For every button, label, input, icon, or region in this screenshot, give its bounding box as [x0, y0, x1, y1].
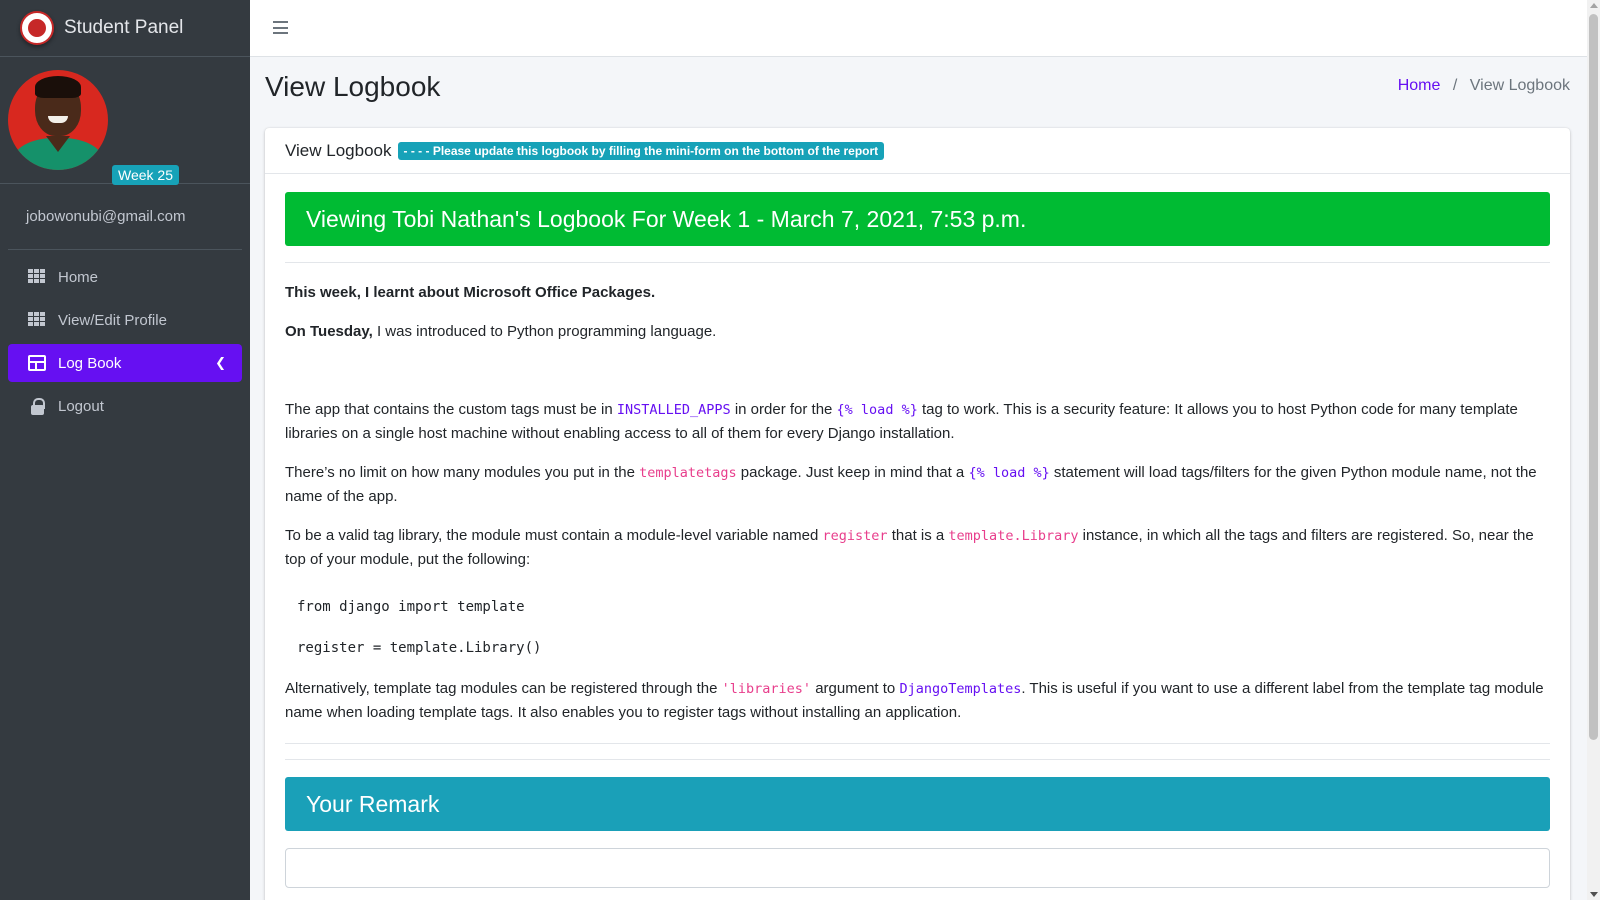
scroll-down-arrow-icon[interactable]: [1590, 892, 1598, 897]
sidebar-item-logbook[interactable]: Log Book ❮: [8, 344, 242, 382]
code-line: register = template.Library(): [297, 640, 542, 656]
logbook-banner: Viewing Tobi Nathan's Logbook For Week 1…: [285, 192, 1550, 246]
divider: [285, 743, 1550, 744]
report-paragraph: On Tuesday, I was introduced to Python p…: [285, 323, 717, 340]
inline-code: templatetags: [639, 465, 737, 481]
report-content: This week, I learnt about Microsoft Offi…: [285, 263, 1550, 725]
sidebar-item-label: View/Edit Profile: [58, 311, 167, 329]
report-paragraph: There’s no limit on how many modules you…: [285, 464, 1537, 505]
sidebar-item-label: Logout: [58, 397, 104, 415]
lock-icon: [28, 398, 46, 415]
card-title: View Logbook: [285, 140, 392, 160]
hamburger-icon[interactable]: [273, 21, 288, 34]
user-email[interactable]: jobowonubi@gmail.com: [8, 184, 242, 250]
card-body: Viewing Tobi Nathan's Logbook For Week 1…: [265, 174, 1570, 888]
breadcrumb-home-link[interactable]: Home: [1398, 77, 1441, 94]
avatar[interactable]: [8, 70, 108, 170]
update-notice-badge: - - - - Please update this logbook by fi…: [397, 141, 885, 160]
chevron-left-icon: ❮: [215, 355, 226, 370]
sidebar-item-logout[interactable]: Logout: [8, 387, 242, 425]
main-content: View Logbook Home / View Logbook View Lo…: [250, 57, 1587, 900]
inline-code: register: [822, 528, 888, 544]
code-block: from django import template register = t…: [285, 587, 1550, 669]
sidebar-item-profile[interactable]: View/Edit Profile: [8, 301, 242, 339]
report-paragraph: The app that contains the custom tags mu…: [285, 401, 1518, 442]
scroll-up-arrow-icon[interactable]: [1590, 3, 1598, 8]
sidebar-item-label: Home: [58, 268, 99, 286]
page-scrollbar[interactable]: [1587, 0, 1600, 900]
divider: [285, 759, 1550, 760]
inline-code: 'libraries': [721, 681, 812, 697]
report-paragraph: To be a valid tag library, the module mu…: [285, 527, 1534, 568]
remark-form[interactable]: [285, 848, 1550, 888]
sidebar-item-label: Log Book: [58, 354, 122, 372]
grid-icon: [28, 269, 46, 285]
table-icon: [28, 355, 46, 371]
breadcrumb: Home / View Logbook: [1398, 77, 1570, 95]
inline-code: {% load %}: [836, 402, 918, 418]
scroll-thumb[interactable]: [1589, 14, 1598, 740]
inline-code: DjangoTemplates: [899, 681, 1022, 697]
code-line: from django import template: [297, 599, 525, 615]
user-panel: Week 25: [0, 57, 250, 185]
top-navbar: [250, 0, 1587, 57]
sidebar: Student Panel Week 25 jobowonubi@gmail.c…: [0, 0, 250, 900]
report-paragraph: This week, I learnt about Microsoft Offi…: [285, 284, 656, 301]
week-badge: Week 25: [112, 165, 179, 185]
inline-code: INSTALLED_APPS: [616, 402, 731, 418]
report-paragraph: Alternatively, template tag modules can …: [285, 680, 1544, 721]
remark-banner: Your Remark: [285, 777, 1550, 831]
inline-code: template.Library: [948, 528, 1079, 544]
logbook-card: View Logbook - - - - Please update this …: [265, 128, 1570, 900]
brand-title: Student Panel: [64, 17, 184, 38]
page-title: View Logbook: [265, 71, 441, 102]
grid-icon: [28, 312, 46, 328]
card-header: View Logbook - - - - Please update this …: [265, 128, 1570, 174]
brand-link[interactable]: Student Panel: [0, 0, 250, 57]
sidebar-item-home[interactable]: Home: [8, 258, 242, 296]
breadcrumb-separator: /: [1452, 77, 1458, 94]
school-seal-icon: [20, 11, 54, 45]
sidebar-nav: Home View/Edit Profile Log Book ❮ Logout: [0, 250, 250, 425]
breadcrumb-current: View Logbook: [1469, 77, 1570, 94]
inline-code: {% load %}: [968, 465, 1050, 481]
